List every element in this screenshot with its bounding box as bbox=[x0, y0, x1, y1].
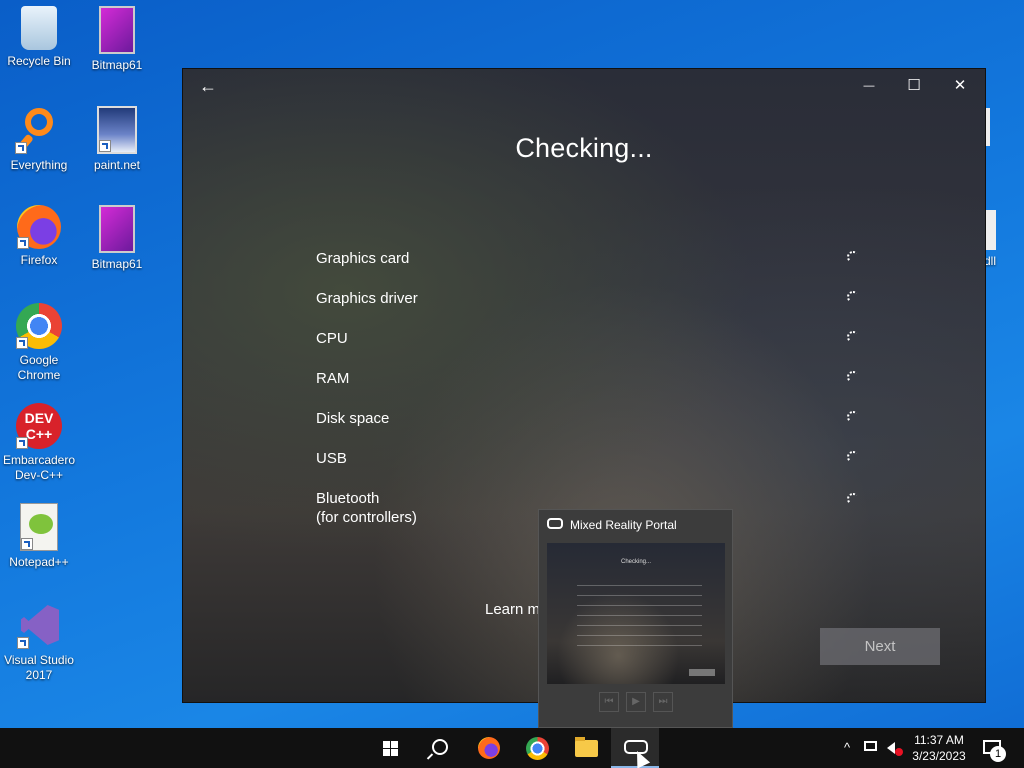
taskbar-firefox[interactable] bbox=[464, 728, 512, 768]
recycle-bin-icon bbox=[21, 6, 57, 50]
desktop-icon-label: Everything bbox=[10, 158, 68, 172]
taskbar-file-explorer[interactable] bbox=[562, 728, 610, 768]
thumbnail-title: Mixed Reality Portal bbox=[570, 518, 677, 532]
network-icon[interactable] bbox=[861, 728, 881, 768]
desktop-icon-everything[interactable]: Everything bbox=[0, 106, 78, 173]
clock-time: 11:37 AM bbox=[914, 733, 964, 747]
firefox-icon bbox=[17, 205, 61, 249]
desktop-icon-label: paint.net bbox=[93, 158, 141, 172]
mini-row bbox=[577, 595, 702, 596]
requirement-label: Graphics driver bbox=[316, 290, 418, 307]
loading-spinner-icon bbox=[847, 411, 859, 423]
requirement-label: Disk space bbox=[316, 410, 390, 427]
taskbar-chrome[interactable] bbox=[513, 728, 561, 768]
desktop-icon-notepad-plus-plus[interactable]: Notepad++ bbox=[0, 503, 78, 570]
loading-spinner-icon bbox=[847, 291, 859, 303]
close-button[interactable]: ✕ bbox=[945, 75, 975, 97]
dev-cpp-icon: DEV C++ bbox=[16, 403, 62, 449]
requirement-row-graphics-card: Graphics card bbox=[316, 249, 861, 289]
desktop-icon-bitmap61-2[interactable]: Bitmap61 bbox=[78, 205, 156, 272]
thumbnail-previous-button[interactable]: ⏮ bbox=[599, 692, 619, 712]
mini-row bbox=[577, 635, 702, 636]
requirement-row-ram: RAM bbox=[316, 369, 861, 409]
loading-spinner-icon bbox=[847, 251, 859, 263]
loading-spinner-icon bbox=[847, 331, 859, 343]
back-button[interactable]: ← bbox=[193, 75, 223, 97]
shortcut-arrow-icon bbox=[99, 140, 111, 152]
thumbnail-next-button[interactable]: ⏭ bbox=[653, 692, 673, 712]
mini-row bbox=[577, 625, 702, 626]
requirement-row-usb: USB bbox=[316, 449, 861, 489]
mixed-reality-headset-icon bbox=[547, 518, 563, 529]
folder-icon bbox=[575, 737, 598, 757]
requirements-list: Graphics card Graphics driver CPU RAM Di… bbox=[316, 249, 861, 539]
desktop-icon-bitmap61[interactable]: Bitmap61 bbox=[78, 6, 156, 73]
requirement-label: USB bbox=[316, 450, 347, 467]
desktop-icon-recycle-bin[interactable]: Recycle Bin bbox=[0, 6, 78, 69]
shortcut-arrow-icon bbox=[15, 142, 27, 154]
desktop-icon-label: Bitmap61 bbox=[91, 257, 143, 271]
start-button[interactable] bbox=[367, 728, 415, 768]
show-hidden-icons-button[interactable]: ^ bbox=[838, 728, 856, 768]
minimize-button[interactable]: — bbox=[854, 75, 884, 97]
bitmap-file-icon bbox=[99, 6, 135, 54]
loading-spinner-icon bbox=[847, 493, 859, 505]
desktop-icon-label: Recycle Bin bbox=[7, 54, 71, 68]
shortcut-arrow-icon bbox=[16, 337, 28, 349]
desktop-icon-label: Notepad++ bbox=[9, 555, 69, 569]
visual-studio-icon bbox=[17, 601, 61, 649]
everything-search-icon bbox=[15, 106, 63, 154]
chrome-icon bbox=[16, 303, 62, 349]
desktop-icon-paint-net[interactable]: paint.net bbox=[78, 106, 156, 173]
mini-row bbox=[577, 605, 702, 606]
requirement-label-main: Bluetooth bbox=[316, 490, 380, 507]
desktop-icon-visual-studio[interactable]: Visual Studio 2017 bbox=[0, 601, 78, 683]
notepad-plus-plus-icon bbox=[20, 503, 58, 551]
desktop-icon-firefox[interactable]: Firefox bbox=[0, 205, 78, 268]
requirement-label: Graphics card bbox=[316, 250, 410, 267]
thumbnail-window-preview[interactable]: Checking... bbox=[547, 543, 725, 684]
mini-next-button bbox=[689, 669, 715, 676]
loading-spinner-icon bbox=[847, 451, 859, 463]
requirement-row-graphics-driver: Graphics driver bbox=[316, 289, 861, 329]
next-button[interactable]: Next bbox=[820, 628, 940, 665]
taskbar-thumbnail-preview[interactable]: Mixed Reality Portal Checking... ⏮ ▶ ⏭ bbox=[538, 509, 733, 728]
notification-count-badge: 1 bbox=[990, 746, 1006, 762]
shortcut-arrow-icon bbox=[17, 637, 29, 649]
requirement-row-cpu: CPU bbox=[316, 329, 861, 369]
desktop-icon-google-chrome[interactable]: Google Chrome bbox=[0, 303, 78, 383]
shortcut-arrow-icon bbox=[16, 437, 28, 449]
search-button[interactable] bbox=[415, 728, 463, 768]
loading-spinner-icon bbox=[847, 371, 859, 383]
taskbar: ^ 11:37 AM 3/23/2023 1 bbox=[0, 728, 1024, 768]
desktop-icon-label: Bitmap61 bbox=[91, 58, 143, 72]
clock-date: 3/23/2023 bbox=[912, 749, 966, 763]
desktop-icon-label: Embarcadero Dev-C++ bbox=[2, 453, 76, 482]
volume-muted-icon[interactable] bbox=[885, 728, 905, 768]
desktop-icon-label: Google Chrome bbox=[17, 353, 61, 382]
page-title: Checking... bbox=[515, 133, 653, 163]
bitmap-file-icon bbox=[99, 205, 135, 253]
mini-row bbox=[577, 585, 702, 586]
firefox-icon bbox=[478, 737, 500, 759]
paint-net-icon bbox=[97, 106, 137, 154]
maximize-button[interactable]: ☐ bbox=[899, 75, 929, 97]
desktop-icon-label: Firefox bbox=[20, 253, 58, 267]
requirement-label: CPU bbox=[316, 330, 348, 347]
dll-file-icon bbox=[986, 210, 996, 250]
chrome-icon bbox=[526, 737, 549, 760]
shortcut-arrow-icon bbox=[17, 237, 29, 249]
mini-row bbox=[577, 645, 702, 646]
desktop-icon-dev-cpp[interactable]: DEV C++ Embarcadero Dev-C++ bbox=[0, 403, 78, 483]
mini-row bbox=[577, 615, 702, 616]
requirement-row-disk-space: Disk space bbox=[316, 409, 861, 449]
thumbnail-mini-heading: Checking... bbox=[620, 559, 651, 565]
desktop-icon-label: Visual Studio 2017 bbox=[4, 653, 74, 682]
requirement-label: RAM bbox=[316, 370, 350, 387]
learn-more-link[interactable]: Learn m bbox=[485, 601, 540, 618]
shortcut-arrow-icon bbox=[21, 538, 33, 550]
clock[interactable]: 11:37 AM 3/23/2023 bbox=[906, 732, 972, 764]
thumbnail-play-button[interactable]: ▶ bbox=[626, 692, 646, 712]
